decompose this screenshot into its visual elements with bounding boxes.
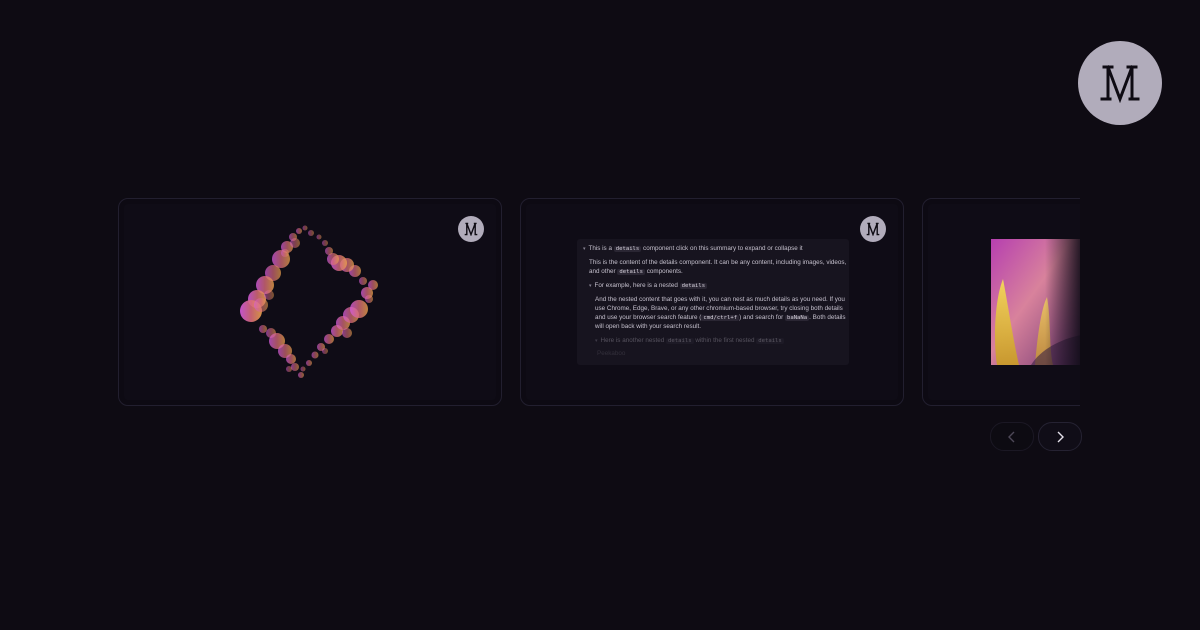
deep-nested-summary[interactable]: ▾ Here is another nested details within t… [595, 336, 784, 347]
triangle-down-icon: ▾ [583, 246, 586, 252]
m-logo-icon [866, 222, 880, 236]
details-content-line: and other details components. [589, 268, 683, 275]
page: ▾ This is a details component click on th… [0, 0, 1200, 630]
sparkle-bubbles-icon [240, 225, 378, 378]
brand-logo[interactable] [1078, 41, 1162, 125]
summary-code: details [613, 246, 642, 252]
flower-image-icon [991, 239, 1080, 365]
chevron-left-icon [1008, 431, 1015, 442]
carousel-prev-button[interactable] [990, 422, 1034, 451]
nested-details-summary[interactable]: ▾ For example, here is a nested details [589, 281, 708, 292]
card-badge [860, 216, 886, 242]
details-summary[interactable]: ▾ This is a details component click on th… [583, 244, 803, 255]
summary-text: component click on this summary to expan… [643, 245, 803, 252]
triangle-down-icon: ▾ [595, 338, 598, 344]
triangle-down-icon: ▾ [589, 283, 592, 289]
chevron-right-icon [1057, 431, 1064, 442]
deep-nested-content: Peekaboo [597, 350, 626, 357]
summary-text: This is a [588, 245, 612, 252]
carousel[interactable]: ▾ This is a details component click on th… [116, 196, 1080, 410]
carousel-card-details-demo[interactable]: ▾ This is a details component click on th… [520, 198, 904, 406]
carousel-next-button[interactable] [1038, 422, 1082, 451]
carousel-card-photo[interactable] [922, 198, 1080, 406]
details-demo: ▾ This is a details component click on th… [577, 239, 849, 365]
card-badge [458, 216, 484, 242]
m-logo-icon [464, 222, 478, 236]
carousel-card-sparkle[interactable] [118, 198, 502, 406]
m-logo-icon [1100, 65, 1140, 103]
nested-content-line: will open back with your search result. [595, 323, 702, 330]
